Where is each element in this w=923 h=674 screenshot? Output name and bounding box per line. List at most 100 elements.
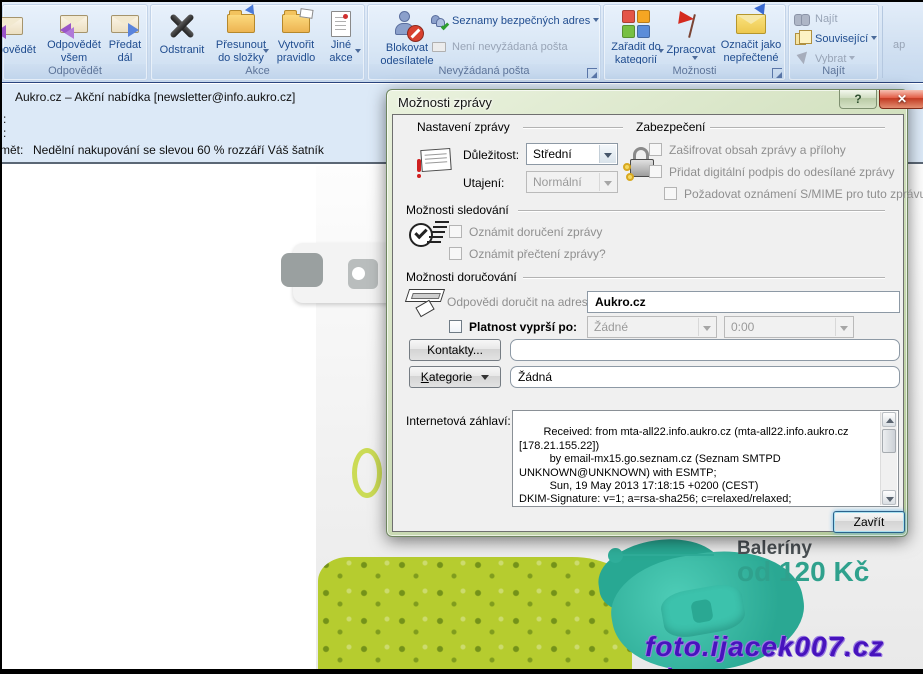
chevron-down-icon — [849, 56, 855, 63]
group-label-actions: Akce — [152, 64, 363, 79]
partial-group-text: ap — [893, 36, 905, 54]
chevron-down-icon — [355, 49, 361, 56]
expires-checkbox[interactable] — [449, 320, 462, 333]
sensitivity-select: Normální — [526, 171, 618, 193]
reply-to-field[interactable]: Aukro.cz — [587, 291, 900, 313]
mark-unread-button[interactable]: Označit jako nepřečtené — [716, 8, 786, 65]
divider — [710, 127, 885, 128]
chevron-down-icon — [481, 375, 489, 384]
expires-label: Platnost vyprší po: — [469, 320, 577, 334]
find-icon — [794, 12, 811, 27]
photo-watermark: foto.ijacek007.cz :-) — [645, 631, 923, 674]
scrollbar-thumb[interactable] — [882, 429, 896, 453]
follow-up-button[interactable]: Zpracovat — [666, 8, 716, 65]
create-rule-label: Vytvořit pravidlo — [277, 39, 316, 65]
group-label-find: Najít — [790, 64, 877, 79]
options-dialog-launcher-icon[interactable] — [772, 68, 782, 78]
image-placeholder-tab — [281, 253, 323, 287]
divider — [523, 277, 885, 278]
categories-field[interactable]: Žádná — [510, 366, 900, 388]
contacts-button[interactable]: Kontakty... — [409, 339, 501, 361]
find-button[interactable]: Najít — [794, 10, 838, 28]
camera-icon — [348, 259, 378, 289]
photo-edge-left — [0, 0, 2, 674]
message-cc-label: : — [3, 126, 6, 140]
outlook-window: Odpovědět Odpovědět všem Předat dál Odpo… — [0, 0, 923, 674]
related-label: Související — [815, 33, 868, 45]
group-label-options: Možnosti — [605, 64, 784, 79]
safe-lists-button[interactable]: Seznamy bezpečných adres — [431, 12, 599, 30]
safe-lists-icon — [431, 14, 448, 29]
chevron-down-icon — [599, 173, 616, 191]
help-button[interactable]: ? — [839, 90, 877, 109]
vertical-scrollbar[interactable] — [880, 412, 897, 505]
chevron-down-icon — [871, 36, 877, 43]
move-to-folder-icon — [227, 14, 255, 33]
chevron-down-icon — [263, 49, 269, 56]
scroll-down-icon[interactable] — [882, 490, 896, 505]
move-to-folder-button[interactable]: Přesunout do složky — [210, 8, 272, 65]
scroll-up-icon[interactable] — [882, 412, 896, 427]
not-junk-icon — [431, 40, 448, 55]
ribbon-group-find: Najít Související Vybrat Najít — [788, 4, 879, 81]
related-icon — [794, 32, 811, 47]
chevron-down-icon — [692, 56, 698, 63]
reply-button[interactable]: Odpovědět — [0, 8, 47, 65]
internet-headers-box[interactable]: Received: from mta-all22.info.aukro.cz (… — [512, 410, 899, 507]
delivery-slot-icon — [405, 287, 447, 321]
mark-unread-icon — [736, 14, 766, 34]
read-receipt-label: Oznámit přečtení zprávy? — [469, 247, 606, 261]
sign-label: Přidat digitální podpis do odesílané zpr… — [669, 165, 894, 179]
importance-select[interactable]: Střední — [526, 143, 618, 165]
drawstring-loop-decoration — [352, 448, 382, 498]
delete-button[interactable]: Odstranit — [154, 8, 210, 65]
photo-edge-bottom — [0, 669, 923, 674]
forward-label: Předat dál — [109, 39, 141, 65]
contacts-field[interactable] — [510, 339, 900, 361]
create-rule-button[interactable]: Vytvořit pravidlo — [272, 8, 320, 65]
junk-dialog-launcher-icon[interactable] — [587, 68, 597, 78]
sign-checkbox — [649, 165, 662, 178]
section-message-settings: Nastavení zprávy — [417, 120, 510, 134]
reply-all-button[interactable]: Odpovědět všem — [43, 8, 105, 65]
internet-headers-label: Internetová záhlaví: — [406, 414, 511, 428]
reply-icon — [0, 17, 23, 35]
divider — [518, 210, 885, 211]
not-junk-button[interactable]: Není nevyžádaná pošta — [431, 38, 568, 56]
chevron-down-icon — [835, 318, 852, 336]
close-icon[interactable]: ✕ — [879, 90, 923, 109]
message-subject-label: mět: — [0, 143, 23, 157]
photo-edge-top — [0, 0, 923, 2]
block-sender-icon — [392, 10, 422, 40]
group-label-junk: Nevyžádaná pošta — [369, 64, 599, 79]
smime-checkbox — [664, 187, 677, 200]
encrypt-checkbox — [649, 143, 662, 156]
categorize-icon — [622, 10, 651, 39]
categorize-button[interactable]: Zařadit do kategorií — [606, 8, 666, 65]
move-to-folder-label: Přesunout do složky — [216, 39, 266, 65]
chevron-down-icon — [698, 318, 715, 336]
green-lace-garment — [318, 557, 632, 669]
related-button[interactable]: Související — [794, 30, 877, 48]
forward-button[interactable]: Předat dál — [103, 8, 147, 65]
ribbon-divider — [882, 6, 883, 78]
section-tracking: Možnosti sledování — [406, 203, 509, 217]
dialog-body: Nastavení zprávy Důležitost: Střední Uta… — [392, 114, 904, 532]
divider — [523, 127, 623, 128]
importance-label: Důležitost: — [463, 148, 519, 162]
reply-to-label: Odpovědi doručit na adresu: — [447, 295, 598, 309]
mark-unread-label: Označit jako nepřečtené — [721, 39, 782, 65]
delete-icon — [167, 12, 197, 40]
encrypt-label: Zašifrovat obsah zprávy a přílohy — [669, 143, 846, 157]
close-button[interactable]: Zavřít — [833, 511, 905, 533]
follow-up-label: Zpracovat — [667, 44, 716, 57]
other-actions-label: Jiné akce — [329, 39, 352, 65]
categories-button[interactable]: Kategorie — [409, 366, 501, 388]
chevron-down-icon[interactable] — [599, 145, 616, 163]
message-subject: Nedělní nakupování se slevou 60 % rozzář… — [33, 143, 324, 157]
other-actions-button[interactable]: Jiné akce — [320, 8, 362, 65]
message-options-dialog: Možnosti zprávy ? ✕ Nastavení zprávy Důl… — [386, 89, 908, 537]
message-to-label: : — [3, 112, 6, 126]
dialog-title: Možnosti zprávy — [398, 95, 492, 110]
callout-line — [620, 554, 714, 556]
